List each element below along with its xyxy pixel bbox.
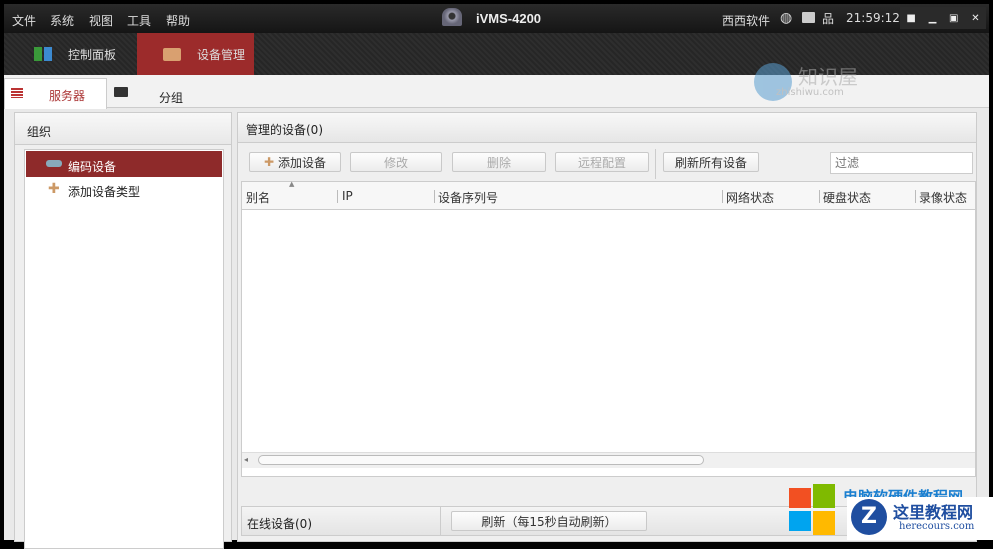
plus-icon: ✚ bbox=[48, 181, 60, 197]
device-icon bbox=[163, 47, 181, 61]
plus-icon: ✚ bbox=[263, 155, 275, 169]
encoder-icon bbox=[46, 160, 62, 167]
table-header: 别名 ▲ IP 设备序列号 网络状态 硬盘状态 录像状态 bbox=[242, 180, 975, 210]
user-name: 西西软件 bbox=[722, 14, 771, 28]
col-alias[interactable]: 别名 bbox=[246, 189, 270, 206]
camera-logo-icon bbox=[442, 8, 462, 26]
modify-button[interactable]: 修改 bbox=[350, 152, 442, 172]
tab-groups[interactable]: 分组 bbox=[112, 78, 212, 107]
globe-icon[interactable]: ◍ bbox=[780, 10, 792, 26]
remote-config-button[interactable]: 远程配置 bbox=[555, 152, 649, 172]
panel-title: 组织 bbox=[27, 125, 52, 139]
cpu-icon[interactable] bbox=[802, 12, 815, 23]
title-bar: 文件 系统 视图 工具 帮助 iVMS-4200 西西软件 ◍ 品 21:59:… bbox=[4, 4, 989, 33]
app-title: iVMS-4200 bbox=[476, 11, 542, 26]
folder-icon bbox=[114, 87, 128, 97]
sub-tabs: 服务器 分组 知识屋 zhishiwu.com bbox=[4, 63, 989, 109]
maximize-icon[interactable]: ▣ bbox=[949, 13, 958, 24]
tab-servers[interactable]: 服务器 bbox=[4, 78, 107, 109]
watermark-herecours: 电脑软硬件教程网 Z 这里教程网 herecours.com bbox=[789, 484, 993, 540]
col-ip[interactable]: IP bbox=[342, 189, 353, 203]
sort-icon: ▲ bbox=[289, 180, 295, 188]
clock-time: 21:59:12 bbox=[846, 11, 900, 25]
refresh-button[interactable]: 刷新（每15秒自动刷新） bbox=[451, 511, 647, 531]
organization-panel: 组织 编码设备 ✚ 添加设备类型 bbox=[14, 112, 232, 549]
online-devices-title: 在线设备(0) bbox=[247, 517, 312, 531]
device-table: 别名 ▲ IP 设备序列号 网络状态 硬盘状态 录像状态 ◂ bbox=[241, 180, 976, 477]
network-icon[interactable]: 品 bbox=[822, 10, 834, 27]
menu-help[interactable]: 帮助 bbox=[166, 12, 190, 29]
tab-control-panel[interactable]: 控制面板 bbox=[8, 33, 136, 75]
managed-devices-panel: 管理的设备(0) ✚添加设备 修改 删除 远程配置 刷新所有设备 别名 ▲ IP… bbox=[237, 112, 977, 542]
grid-icon bbox=[34, 47, 52, 61]
filter-input[interactable] bbox=[830, 152, 973, 174]
menu-system[interactable]: 系统 bbox=[50, 12, 74, 29]
device-tree: 编码设备 ✚ 添加设备类型 bbox=[24, 149, 224, 549]
lock-icon[interactable]: ■ bbox=[906, 13, 915, 24]
col-record-status[interactable]: 录像状态 bbox=[919, 189, 967, 206]
tab-device-management[interactable]: 设备管理 bbox=[137, 33, 254, 75]
scrollbar-thumb[interactable] bbox=[258, 455, 704, 465]
refresh-all-button[interactable]: 刷新所有设备 bbox=[663, 152, 759, 172]
close-icon[interactable]: ✕ bbox=[971, 13, 979, 24]
horizontal-scrollbar[interactable]: ◂ bbox=[242, 452, 975, 468]
menu-tools[interactable]: 工具 bbox=[127, 12, 151, 29]
menu-file[interactable]: 文件 bbox=[12, 12, 36, 29]
tree-item-add-device-type[interactable]: ✚ 添加设备类型 bbox=[26, 179, 222, 203]
add-device-button[interactable]: ✚ 添加设备 bbox=[249, 152, 341, 172]
tree-item-encoding-device[interactable]: 编码设备 bbox=[26, 151, 222, 177]
server-icon bbox=[11, 88, 23, 98]
panel-title: 管理的设备(0) bbox=[246, 123, 323, 137]
col-disk-status[interactable]: 硬盘状态 bbox=[823, 189, 871, 206]
col-serial[interactable]: 设备序列号 bbox=[438, 189, 498, 206]
menu-view[interactable]: 视图 bbox=[89, 12, 113, 29]
delete-button[interactable]: 删除 bbox=[452, 152, 546, 172]
col-network-status[interactable]: 网络状态 bbox=[726, 189, 774, 206]
minimize-icon[interactable]: ▁ bbox=[929, 13, 937, 24]
